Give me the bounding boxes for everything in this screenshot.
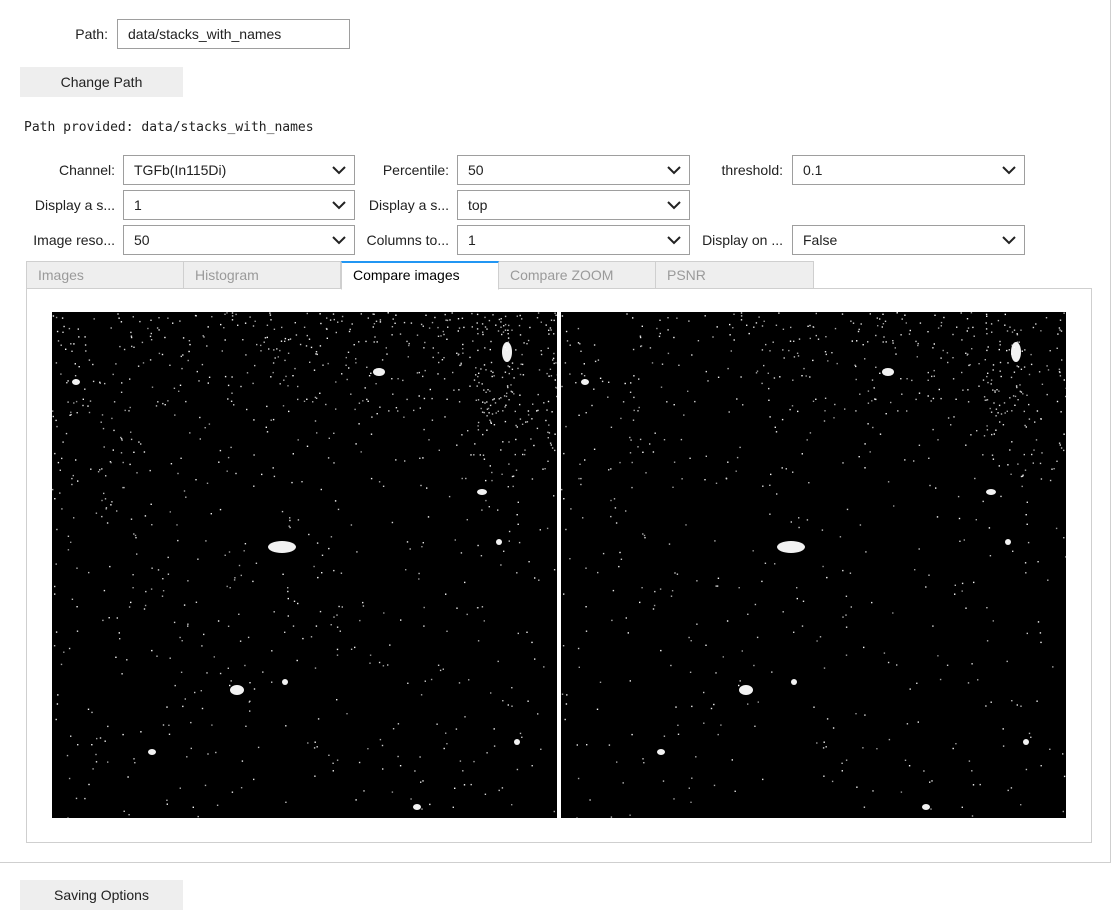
- display-on-label: Display on ...: [702, 232, 783, 248]
- channel-dropdown[interactable]: TGFb(In115Di): [123, 155, 355, 185]
- threshold-value: 0.1: [803, 162, 823, 178]
- path-provided-message: Path provided: data/stacks_with_names: [24, 120, 314, 135]
- image-reso-label: Image reso...: [33, 232, 115, 248]
- chevron-down-icon: [667, 201, 681, 210]
- columns-to-label: Columns to...: [366, 232, 449, 248]
- threshold-dropdown[interactable]: 0.1: [792, 155, 1025, 185]
- display-a-s-label-1: Display a s...: [34, 197, 115, 213]
- channel-value: TGFb(In115Di): [134, 162, 227, 178]
- image-reso-value: 50: [134, 232, 150, 248]
- tab-compare-zoom[interactable]: Compare ZOOM: [498, 261, 656, 289]
- compare-image-right: [561, 312, 1066, 818]
- display-a-s-value-2: top: [468, 197, 488, 213]
- path-label: Path:: [75, 26, 108, 42]
- threshold-label: threshold:: [721, 162, 783, 178]
- image-reso-dropdown[interactable]: 50: [123, 225, 355, 255]
- compare-image-left: [52, 312, 557, 818]
- change-path-button[interactable]: Change Path: [20, 67, 183, 97]
- percentile-label: Percentile:: [382, 162, 449, 178]
- columns-to-dropdown[interactable]: 1: [457, 225, 690, 255]
- channel-label: Channel:: [58, 162, 115, 178]
- columns-to-value: 1: [468, 232, 476, 248]
- chevron-down-icon: [332, 201, 346, 210]
- percentile-dropdown[interactable]: 50: [457, 155, 690, 185]
- percentile-value: 50: [468, 162, 484, 178]
- chevron-down-icon: [1002, 166, 1016, 175]
- display-a-s-label-2: Display a s...: [368, 197, 449, 213]
- tab-psnr[interactable]: PSNR: [655, 261, 814, 289]
- display-a-s-dropdown-1[interactable]: 1: [123, 190, 355, 220]
- tab-images[interactable]: Images: [26, 261, 184, 289]
- chevron-down-icon: [667, 236, 681, 245]
- chevron-down-icon: [1002, 236, 1016, 245]
- saving-options-button[interactable]: Saving Options: [20, 880, 183, 910]
- display-a-s-value-1: 1: [134, 197, 142, 213]
- display-on-value: False: [803, 232, 838, 248]
- path-input[interactable]: [117, 19, 350, 49]
- chevron-down-icon: [332, 166, 346, 175]
- chevron-down-icon: [667, 166, 681, 175]
- tab-compare-images[interactable]: Compare images: [341, 261, 499, 290]
- display-a-s-dropdown-2[interactable]: top: [457, 190, 690, 220]
- tab-histogram[interactable]: Histogram: [183, 261, 341, 289]
- chevron-down-icon: [332, 236, 346, 245]
- display-on-dropdown[interactable]: False: [792, 225, 1025, 255]
